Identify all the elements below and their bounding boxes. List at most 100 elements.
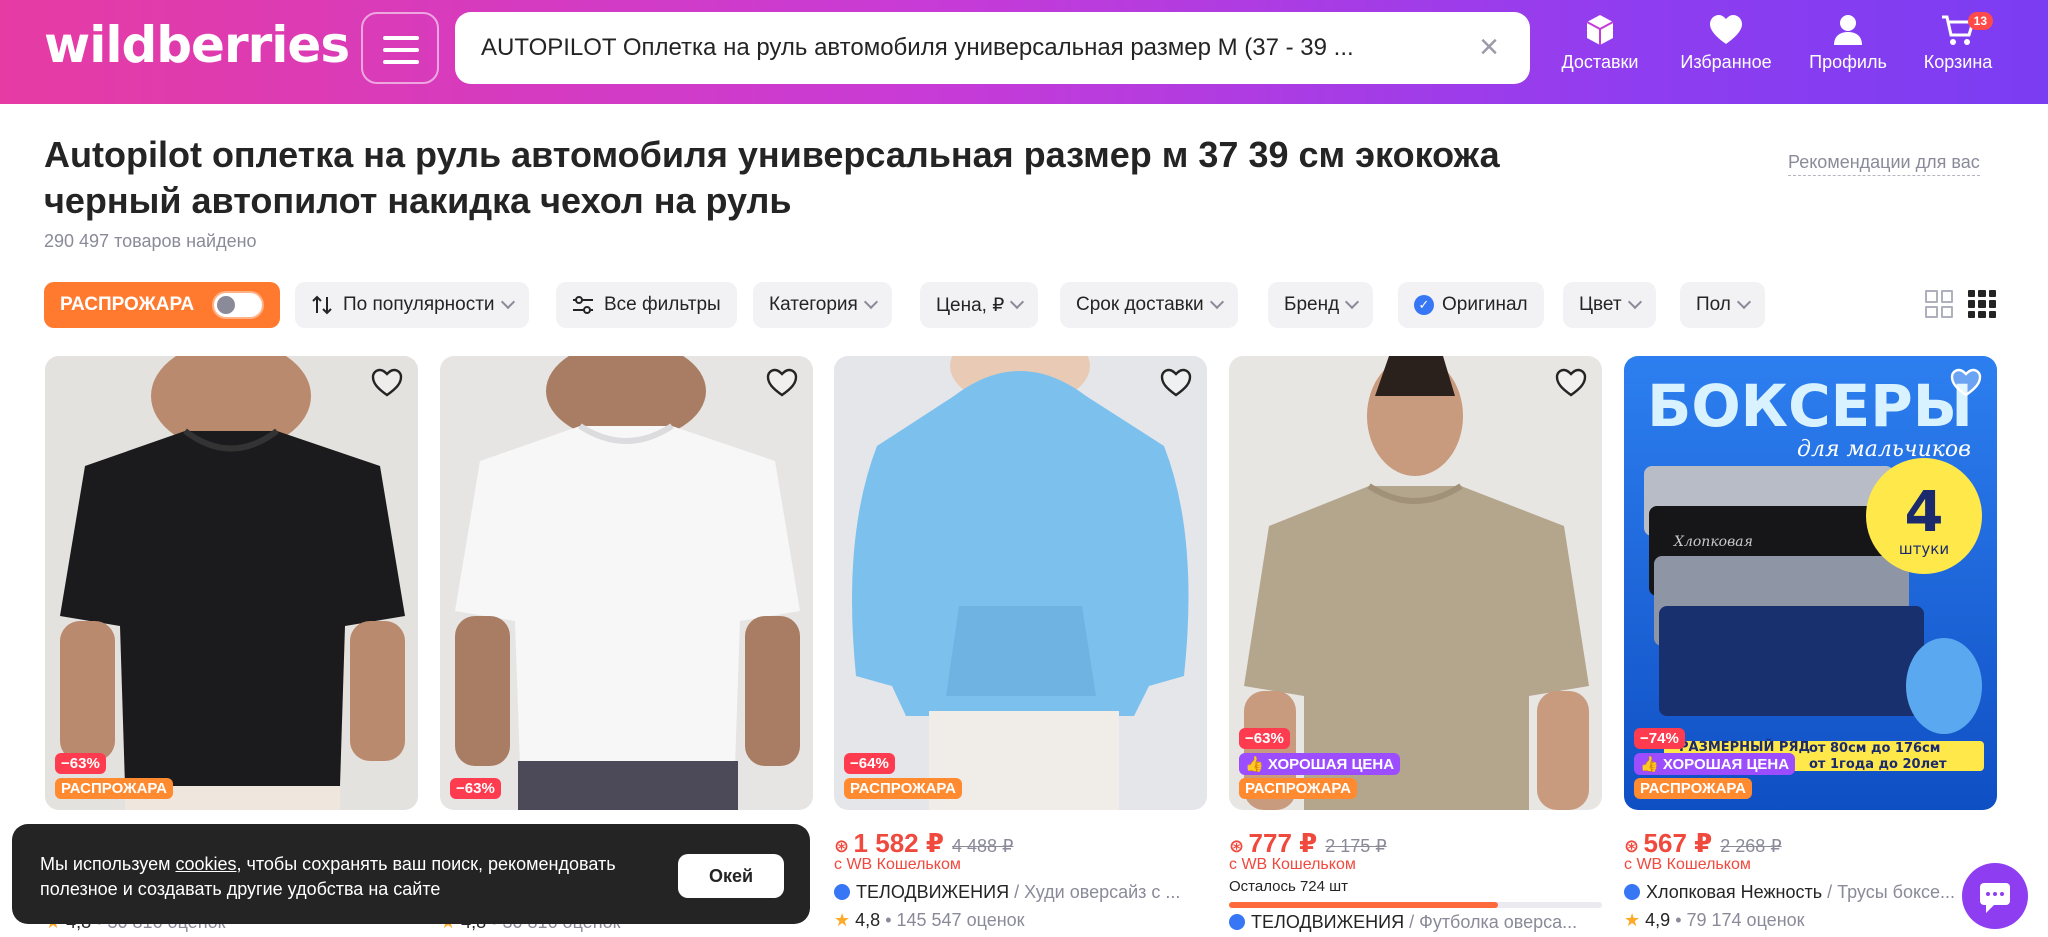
color-label: Цвет <box>1579 294 1622 315</box>
product-card[interactable]: БОКСЕРЫ для мальчиков Хлопковая 4 штуки … <box>1624 356 1997 930</box>
sort-icon <box>312 295 332 315</box>
grid-small-view-button[interactable] <box>1968 290 1998 320</box>
product-card[interactable]: −63% РАСПРОЖАРА ★ 4,8 • 30 816 оценок <box>45 356 418 932</box>
recommendations-link[interactable]: Рекомендации для вас <box>1788 152 1980 176</box>
sale-filter[interactable]: РАСПРОЖАРА <box>44 282 280 328</box>
stock-bar <box>1229 902 1602 908</box>
grid-large-view-button[interactable] <box>1925 290 1955 320</box>
old-price: 2 175 ₽ <box>1325 836 1387 856</box>
price-line: ⊛ 1 582 ₽ 4 488 ₽ <box>834 828 1013 859</box>
product-image[interactable]: −63% РАСПРОЖАРА <box>45 356 418 810</box>
product-image[interactable]: −63% 👍 ХОРОШАЯ ЦЕНА РАСПРОЖАРА <box>1229 356 1602 810</box>
heart-outline-icon[interactable] <box>1159 366 1193 400</box>
delivery-dropdown[interactable]: Срок доставки <box>1060 282 1238 328</box>
blue-hoodie-image <box>834 356 1207 810</box>
product-image[interactable]: БОКСЕРЫ для мальчиков Хлопковая 4 штуки … <box>1624 356 1997 810</box>
heart-outline-icon[interactable] <box>370 366 404 400</box>
heart-outline-icon[interactable] <box>1554 366 1588 400</box>
wallet-note: с WB Кошельком <box>834 856 961 873</box>
check-icon: ✓ <box>1414 295 1434 315</box>
product-card[interactable]: −63% ★ 4,8 • 30 816 оценок <box>440 356 813 932</box>
product-name[interactable]: ТЕЛОДВИЖЕНИЯ / Худи оверсайз с ... <box>834 882 1207 903</box>
boxers-subtitle: для мальчиков <box>1797 437 1971 462</box>
size-height: от 80см до 176см <box>1809 741 1940 756</box>
header: wildberries × Доставки Избранное Профиль… <box>0 0 2048 104</box>
cookies-link[interactable]: cookies <box>175 854 236 874</box>
heart-outline-icon[interactable] <box>1949 366 1983 400</box>
category-dropdown[interactable]: Категория <box>753 282 892 328</box>
product-card[interactable]: −64% РАСПРОЖАРА ⊛ 1 582 ₽ 4 488 ₽ с WB Ко… <box>834 356 1207 930</box>
product-desc: / Трусы боксе... <box>1822 882 1956 902</box>
price-dropdown[interactable]: Цена, ₽ <box>920 282 1039 328</box>
cart-count-badge: 13 <box>1967 12 1993 30</box>
price-line: ⊛ 777 ₽ 2 175 ₽ <box>1229 828 1387 859</box>
all-filters-label: Все фильтры <box>604 294 721 315</box>
sale-icon: ⊛ <box>1624 836 1640 856</box>
sale-badge: РАСПРОЖАРА <box>1634 778 1752 799</box>
sort-label: По популярности <box>343 294 495 315</box>
color-dropdown[interactable]: Цвет <box>1563 282 1656 328</box>
nav-favorites[interactable]: Избранное <box>1671 12 1781 84</box>
cookie-banner: Мы используем cookies, чтобы сохранять в… <box>12 824 810 924</box>
good-price-label: ХОРОШАЯ ЦЕНА <box>1267 756 1395 773</box>
chevron-down-icon <box>1010 294 1025 310</box>
wallet-note: с WB Кошельком <box>1229 856 1356 873</box>
product-image[interactable]: −64% РАСПРОЖАРА <box>834 356 1207 810</box>
good-price-badge: 👍 ХОРОШАЯ ЦЕНА <box>1239 753 1401 775</box>
nav-label: Профиль <box>1809 52 1887 72</box>
chevron-down-icon <box>500 294 515 310</box>
badges: −64% РАСПРОЖАРА <box>844 750 962 800</box>
heart-outline-icon[interactable] <box>765 366 799 400</box>
brand-dropdown[interactable]: Бренд <box>1268 282 1374 328</box>
chevron-down-icon <box>1209 294 1224 310</box>
filters-icon <box>573 296 593 314</box>
nav-profile[interactable]: Профиль <box>1793 12 1903 84</box>
badges: −63% РАСПРОЖАРА <box>55 750 173 800</box>
verified-icon <box>1624 884 1640 900</box>
gender-dropdown[interactable]: Пол <box>1680 282 1765 328</box>
discount-badge: −63% <box>1239 728 1290 749</box>
brand-name: ТЕЛОДВИЖЕНИЯ <box>856 882 1010 902</box>
sort-dropdown[interactable]: По популярности <box>295 282 529 328</box>
search-input[interactable] <box>481 12 1441 84</box>
nav-deliveries[interactable]: Доставки <box>1545 12 1655 84</box>
search-bar: × <box>455 12 1530 84</box>
box-icon <box>1586 15 1614 45</box>
product-name[interactable]: Хлопковая Нежность / Трусы боксе... <box>1624 882 1964 903</box>
reviews-count: • 145 547 оценок <box>885 910 1025 930</box>
black-tshirt-image <box>45 356 418 810</box>
brand-label: Бренд <box>1284 294 1340 315</box>
product-rating: ★ 4,9 • 79 174 оценок <box>1624 910 1805 931</box>
product-name[interactable]: ТЕЛОДВИЖЕНИЯ / Футболка оверса... <box>1229 912 1602 933</box>
verified-icon <box>1229 914 1245 930</box>
price: 567 ₽ <box>1643 828 1713 858</box>
original-filter[interactable]: ✓ Оригинал <box>1398 282 1544 328</box>
badges: −74% 👍 ХОРОШАЯ ЦЕНА РАСПРОЖАРА <box>1634 725 1796 800</box>
cookie-ok-button[interactable]: Окей <box>678 854 784 898</box>
clear-search-icon[interactable]: × <box>1474 30 1504 64</box>
cookie-text-start: Мы используем <box>40 854 176 874</box>
all-filters-button[interactable]: Все фильтры <box>556 282 737 328</box>
discount-badge: −63% <box>450 778 501 799</box>
reviews-count: • 79 174 оценок <box>1675 910 1805 930</box>
brand-name: Хлопковая Нежность <box>1646 882 1823 902</box>
original-label: Оригинал <box>1442 294 1528 315</box>
results-count: 290 497 товаров найдено <box>44 231 257 251</box>
discount-badge: −64% <box>844 753 895 774</box>
product-card[interactable]: −63% 👍 ХОРОШАЯ ЦЕНА РАСПРОЖАРА ⊛ 777 ₽ 2 … <box>1229 356 1602 932</box>
price: 1 582 ₽ <box>853 828 944 858</box>
stock-text: Осталось 724 шт <box>1229 878 1349 895</box>
chat-button[interactable] <box>1962 863 2028 929</box>
product-image[interactable]: −63% <box>440 356 813 810</box>
chat-icon <box>1980 883 2010 913</box>
sale-toggle[interactable] <box>212 291 264 319</box>
logo[interactable]: wildberries <box>44 16 350 74</box>
sale-filter-label: РАСПРОЖАРА <box>60 294 195 315</box>
menu-button[interactable] <box>361 12 439 84</box>
boxers-qty: 4 <box>1905 480 1944 545</box>
nav-cart[interactable]: Корзина 13 <box>1903 12 2013 84</box>
grid-2-icon <box>1925 290 1953 318</box>
boxers-qty-label: штуки <box>1899 540 1949 558</box>
size-age: от 1года до 20лет <box>1809 757 1947 772</box>
boxers-fabric-label: Хлопковая <box>1673 534 1753 550</box>
